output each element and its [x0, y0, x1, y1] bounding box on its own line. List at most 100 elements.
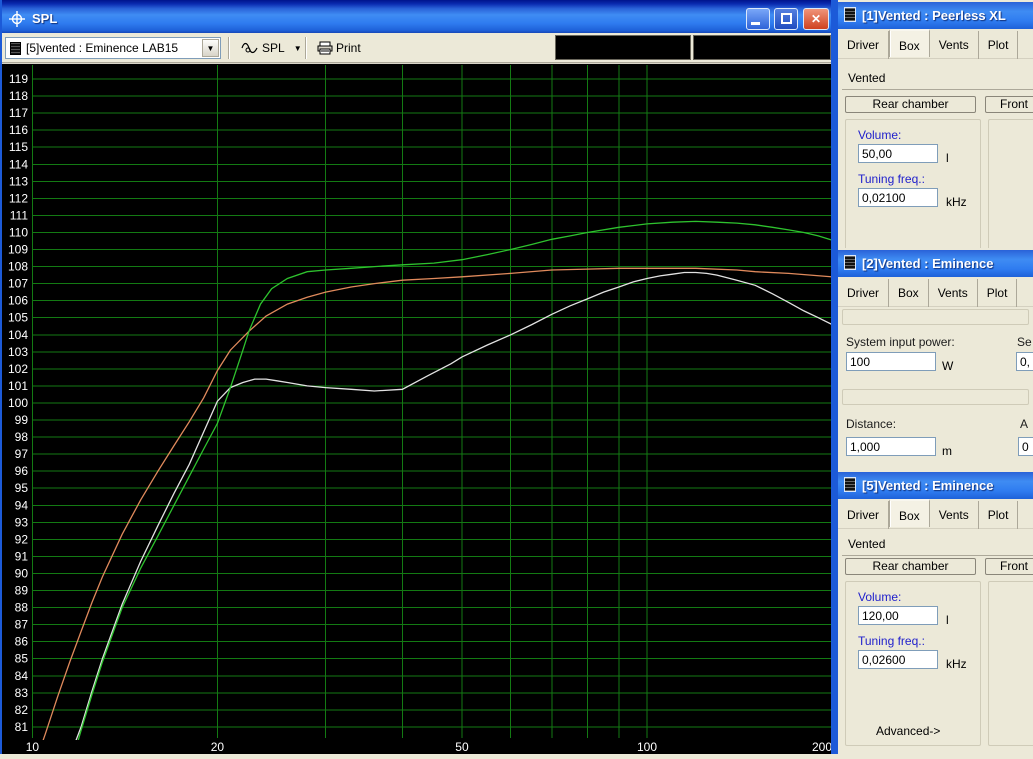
svg-text:20: 20 [211, 740, 225, 754]
distance-input[interactable] [846, 437, 936, 456]
spl-curve-1 [75, 271, 831, 740]
tuning-freq-input[interactable] [858, 188, 938, 207]
svg-text:88: 88 [15, 601, 29, 615]
project-selector-value: [5]vented : Eminence LAB15 [26, 41, 179, 55]
tab-box[interactable]: Box [889, 29, 930, 57]
print-button[interactable]: Print [313, 37, 365, 59]
svg-text:10: 10 [26, 740, 40, 754]
svg-text:101: 101 [8, 379, 28, 393]
svg-text:103: 103 [8, 345, 28, 359]
tab-vents[interactable]: Vents [930, 501, 979, 529]
minimize-button[interactable] [746, 8, 770, 30]
chevron-down-icon[interactable]: ▼ [202, 39, 219, 57]
svg-text:81: 81 [15, 720, 29, 734]
rear-chamber-button[interactable]: Rear chamber [845, 96, 976, 113]
distance-label: Distance: [846, 417, 897, 431]
svg-text:118: 118 [9, 89, 28, 103]
tab-vents[interactable]: Vents [929, 279, 978, 307]
box-type-select[interactable]: Vented [842, 68, 1033, 90]
x-axis-labels: 10 20 50 100 200 [26, 740, 833, 754]
panel3-titlebar[interactable]: [5]Vented : Eminence [838, 472, 1033, 499]
svg-text:113: 113 [9, 174, 28, 188]
partial-se-label: Se [1017, 335, 1032, 349]
svg-text:117: 117 [9, 106, 28, 120]
panel1-titlebar[interactable]: [1]Vented : Peerless XL [838, 2, 1033, 29]
tab-box[interactable]: Box [889, 499, 930, 527]
box-type-select[interactable]: Vented [842, 534, 1033, 556]
svg-text:93: 93 [15, 515, 29, 529]
panel3-tabrow: Driver Box Vents Plot [838, 499, 1033, 529]
svg-text:96: 96 [15, 464, 29, 478]
tab-plot[interactable]: Plot [979, 31, 1019, 59]
window-icon [844, 477, 856, 492]
front-chamber-button[interactable]: Front [985, 96, 1033, 113]
spl-titlebar[interactable]: SPL ✕ [2, 0, 831, 33]
svg-text:85: 85 [15, 652, 29, 666]
tab-driver[interactable]: Driver [838, 501, 889, 529]
partial-a-label: A [1020, 417, 1029, 431]
plot-type-button[interactable]: SPL ▼ [237, 37, 306, 59]
y-axis-labels: 81 82 83 84 85 86 87 88 89 90 91 92 93 94 95 96 97 98 99 10… [8, 72, 28, 734]
panel2-tabrow: Driver Box Vents Plot [838, 279, 1033, 307]
svg-text:105: 105 [8, 311, 28, 325]
tab-plot[interactable]: Plot [978, 279, 1018, 307]
svg-text:102: 102 [8, 362, 28, 376]
volume-unit: l [946, 613, 949, 627]
rear-chamber-button[interactable]: Rear chamber [845, 558, 976, 575]
tuning-freq-label: Tuning freq.: [858, 634, 925, 648]
svg-text:111: 111 [10, 208, 29, 222]
spl-window: SPL ✕ [5]vented : Eminence LAB15 ▼ SPL ▼ [0, 0, 835, 754]
svg-text:86: 86 [15, 635, 29, 649]
toolbar-separator [305, 37, 307, 59]
system-input-power-input[interactable] [846, 352, 936, 371]
tab-driver[interactable]: Driver [838, 31, 889, 59]
window-icon [844, 255, 856, 270]
panel2-title: [2]Vented : Eminence [862, 256, 994, 271]
gridlines [31, 65, 833, 738]
rear-chamber-group: Volume: l Tuning freq.: kHz Advanced-> [845, 581, 981, 746]
tab-vents[interactable]: Vents [930, 31, 979, 59]
spl-chart: 81 82 83 84 85 86 87 88 89 90 91 92 93 94 95 96 97 98 99 10… [2, 63, 833, 754]
svg-text:114: 114 [9, 157, 28, 171]
panel-vented-eminence-2: [2]Vented : Eminence Driver Box Vents Pl… [838, 248, 1033, 470]
tuning-freq-input[interactable] [858, 650, 938, 669]
panel2-titlebar[interactable]: [2]Vented : Eminence [838, 250, 1033, 277]
svg-text:104: 104 [8, 328, 28, 342]
plot-toolbar: [5]vented : Eminence LAB15 ▼ SPL ▼ Print [2, 33, 831, 63]
readout-box-right [693, 35, 831, 60]
svg-text:100: 100 [8, 396, 28, 410]
front-chamber-button[interactable]: Front [985, 558, 1033, 575]
svg-text:98: 98 [15, 430, 29, 444]
separator-strip [842, 389, 1029, 405]
volume-input[interactable] [858, 606, 938, 625]
advanced-link[interactable]: Advanced-> [876, 724, 940, 738]
volume-input[interactable] [858, 144, 938, 163]
partial-se-input[interactable] [1016, 352, 1033, 371]
svg-text:100: 100 [637, 740, 657, 754]
panel3-title: [5]Vented : Eminence [862, 478, 994, 493]
project-icon [10, 42, 21, 55]
svg-text:119: 119 [9, 72, 28, 86]
tab-driver[interactable]: Driver [838, 279, 889, 307]
project-panels-column: [1]Vented : Peerless XL Driver Box Vents… [835, 0, 1033, 754]
crosshair-icon [9, 11, 25, 27]
tab-plot[interactable]: Plot [979, 501, 1019, 529]
svg-text:84: 84 [15, 669, 29, 683]
tuning-freq-unit: kHz [946, 657, 967, 671]
window-title: SPL [32, 11, 58, 26]
readout-box-left [555, 35, 691, 60]
maximize-button[interactable] [774, 8, 798, 30]
svg-text:116: 116 [9, 123, 28, 137]
volume-label: Volume: [858, 590, 902, 604]
tab-box[interactable]: Box [889, 279, 929, 307]
svg-text:99: 99 [15, 413, 29, 427]
svg-text:200: 200 [812, 740, 831, 754]
volume-label: Volume: [858, 128, 902, 142]
svg-text:107: 107 [8, 277, 28, 291]
svg-text:91: 91 [15, 549, 29, 563]
partial-a-input[interactable] [1018, 437, 1033, 456]
print-label: Print [336, 41, 361, 55]
project-selector[interactable]: [5]vented : Eminence LAB15 ▼ [5, 37, 221, 59]
front-chamber-group [988, 119, 1033, 248]
close-button[interactable]: ✕ [803, 8, 829, 30]
